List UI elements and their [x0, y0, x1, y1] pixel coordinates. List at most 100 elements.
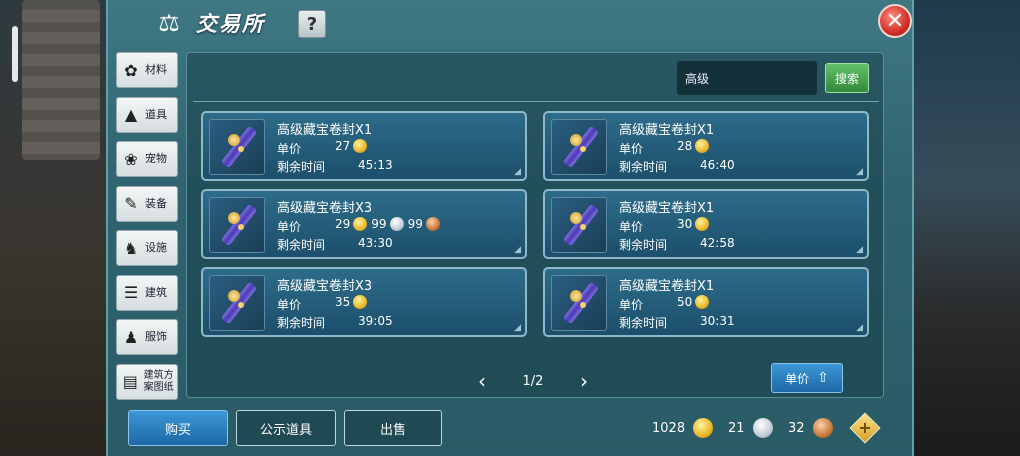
scroll-item-icon	[551, 119, 607, 175]
sort-label: 单价	[785, 371, 810, 386]
listing-name: 高级藏宝卷封X3	[277, 279, 373, 294]
price-value: 50	[677, 295, 713, 309]
copper-coin-icon	[812, 418, 833, 438]
time-left-label: 剩余时间	[277, 316, 326, 330]
listing-item[interactable]: 高级藏宝卷封X1 单价 50 剩余时间 30:31 ◢	[543, 267, 869, 337]
background-scene-left	[0, 0, 106, 456]
gold-amount: 27	[335, 139, 351, 153]
listing-name: 高级藏宝卷封X1	[619, 279, 715, 294]
time-left-label: 剩余时间	[277, 160, 326, 174]
price-label: 单价	[619, 142, 644, 156]
tab-sell[interactable]: 出售	[344, 410, 442, 446]
divider	[193, 101, 879, 102]
tab-public-items[interactable]: 公示道具	[236, 410, 336, 446]
category-clothing[interactable]: ♟ 服饰	[116, 319, 178, 355]
background-scene-right	[914, 0, 1020, 456]
time-left-value: 46:40	[700, 158, 735, 172]
listing-item[interactable]: 高级藏宝卷封X1 单价 28 剩余时间 46:40 ◢	[543, 111, 869, 181]
arrow-up-icon: ⇧	[817, 370, 829, 386]
price-value: 29 99 99	[335, 217, 444, 231]
gold-balance: 1028	[652, 420, 686, 436]
help-button[interactable]: ?	[298, 10, 326, 38]
wallet-gold: 1028	[652, 418, 714, 438]
corner-mark-icon: ◢	[514, 323, 521, 333]
scales-icon: ⚖	[158, 9, 180, 37]
price-label: 单价	[619, 220, 644, 234]
price-value: 27	[335, 139, 371, 153]
page-title: 交易所	[196, 12, 265, 36]
building-icon: ☰	[123, 283, 139, 302]
wallet-silver: 21	[728, 418, 773, 438]
corner-mark-icon: ◢	[856, 245, 863, 255]
page-indicator: 1/2	[522, 373, 544, 389]
blueprint-icon: ▤	[122, 372, 138, 391]
category-blueprints[interactable]: ▤ 建筑方案图纸	[116, 363, 178, 400]
category-items[interactable]: ▲ 道具	[116, 96, 178, 133]
listing-name: 高级藏宝卷封X1	[619, 201, 715, 216]
listing-item[interactable]: 高级藏宝卷封X1 单价 30 剩余时间 42:58 ◢	[543, 189, 869, 259]
facility-icon: ♞	[123, 238, 139, 258]
pagination: ‹ 1/2 ›	[473, 369, 593, 393]
price-label: 单价	[277, 142, 302, 156]
next-page-icon[interactable]: ›	[575, 369, 593, 393]
time-left-value: 42:58	[700, 236, 735, 250]
gold-amount: 35	[335, 295, 351, 309]
gold-amount: 29	[335, 217, 351, 231]
price-label: 单价	[277, 298, 302, 312]
close-button[interactable]: ✕	[878, 4, 912, 38]
price-value: 35	[335, 295, 371, 309]
category-materials[interactable]: ✿ 材料	[116, 52, 178, 88]
category-buildings[interactable]: ☰ 建筑	[116, 274, 178, 311]
search-button[interactable]: 搜索	[825, 63, 869, 93]
category-label: 建筑方案图纸	[143, 369, 174, 393]
corner-mark-icon: ◢	[514, 167, 521, 177]
listing-item[interactable]: 高级藏宝卷封X3 单价 29 99 99 剩余时间 43:30 ◢	[201, 189, 527, 259]
materials-icon: ✿	[124, 60, 138, 80]
title-bar: ⚖ 交易所	[154, 6, 265, 40]
category-label: 建筑	[145, 285, 167, 299]
listing-item[interactable]: 高级藏宝卷封X1 单价 27 剩余时间 45:13 ◢	[201, 111, 527, 181]
category-label: 材料	[145, 63, 167, 76]
price-value: 28	[677, 139, 713, 153]
time-left-label: 剩余时间	[277, 238, 326, 252]
sort-by-price-button[interactable]: 单价 ⇧	[771, 363, 843, 393]
category-label: 设施	[145, 241, 167, 254]
category-equipment[interactable]: ✎ 装备	[116, 185, 178, 222]
gold-coin-icon	[353, 217, 368, 231]
gold-coin-icon	[353, 295, 368, 309]
time-left-value: 43:30	[358, 236, 393, 250]
gold-amount: 30	[677, 217, 693, 231]
listing-name: 高级藏宝卷封X3	[277, 201, 373, 216]
time-left-label: 剩余时间	[619, 160, 668, 174]
category-facilities[interactable]: ♞ 设施	[116, 230, 178, 266]
listing-item[interactable]: 高级藏宝卷封X3 单价 35 剩余时间 39:05 ◢	[201, 267, 527, 337]
corner-mark-icon: ◢	[514, 245, 521, 255]
listing-area: 高级 搜索 高级藏宝卷封X1 单价 27 剩余时间 45:13 ◢ 高级藏宝卷封…	[186, 52, 884, 398]
gold-amount: 28	[677, 139, 693, 153]
category-pets[interactable]: ❀ 宠物	[116, 141, 178, 177]
gold-coin-icon	[695, 217, 710, 231]
time-left-value: 30:31	[700, 314, 735, 328]
exchange-panel: ⚖ 交易所 ? ✕ ✿ 材料 ▲ 道具 ❀ 宠物 ✎ 装备 ♞ 设施 ☰ 建筑	[106, 0, 914, 456]
time-left-value: 39:05	[358, 314, 393, 328]
search-input[interactable]: 高级	[677, 61, 817, 95]
scroll-item-icon	[209, 119, 265, 175]
gold-amount: 50	[677, 295, 693, 309]
item-icon: ▲	[124, 105, 138, 124]
time-left-label: 剩余时间	[619, 238, 668, 252]
gold-coin-icon	[695, 295, 710, 309]
plus-icon: +	[858, 417, 872, 437]
corner-mark-icon: ◢	[856, 323, 863, 333]
pillar-decoration	[22, 0, 100, 160]
gold-coin-icon	[693, 418, 714, 438]
silver-balance: 21	[728, 420, 745, 436]
tab-buy[interactable]: 购买	[128, 410, 228, 446]
silver-coin-icon	[752, 418, 773, 438]
scroll-item-icon	[209, 275, 265, 331]
close-icon: ✕	[885, 8, 905, 34]
prev-page-icon[interactable]: ‹	[473, 369, 491, 393]
wallet-copper: 32	[788, 418, 833, 438]
listing-name: 高级藏宝卷封X1	[619, 123, 715, 138]
category-label: 服饰	[145, 330, 167, 343]
scrollbar[interactable]	[12, 26, 18, 82]
